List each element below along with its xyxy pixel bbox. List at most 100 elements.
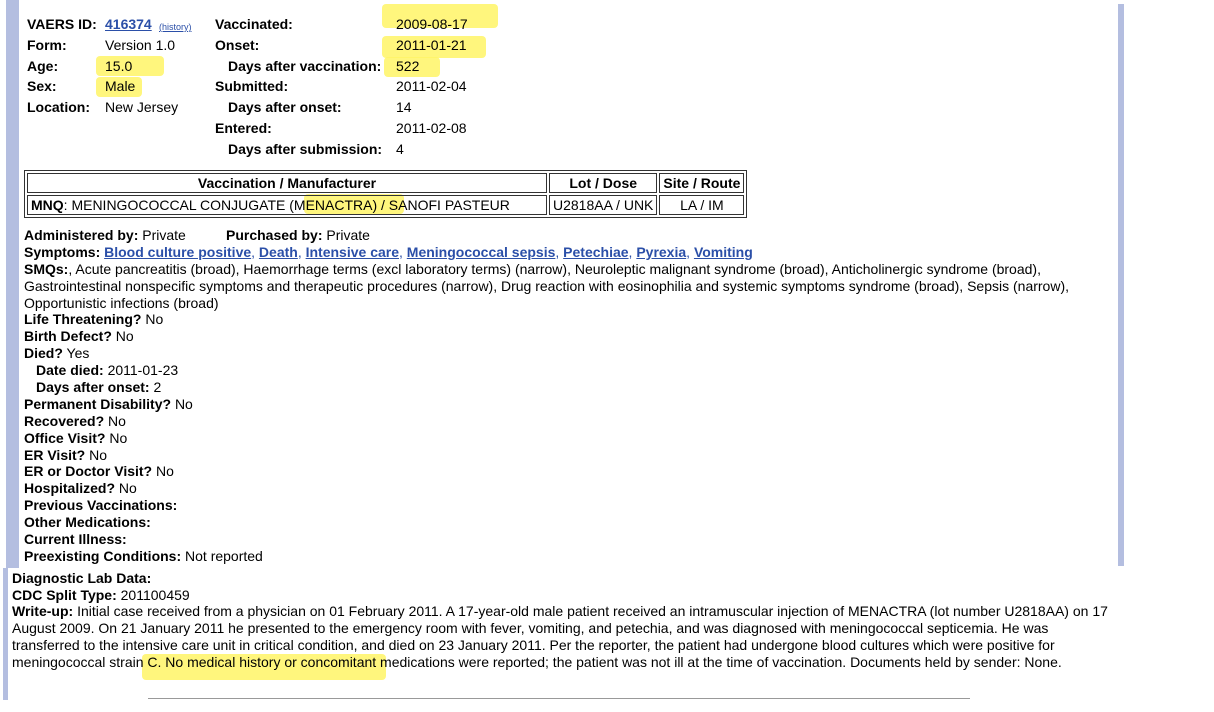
cdc-split-row: CDC Split Type: 201100459 — [12, 587, 190, 604]
hospitalized-value: No — [118, 480, 137, 496]
vaccine-name-suffix: / SANOFI PASTEUR — [377, 197, 510, 213]
diagnostic-lab-data-label: Diagnostic Lab Data: — [12, 570, 152, 586]
er-doctor-visit-row: ER or Doctor Visit? No — [24, 463, 174, 480]
er-doctor-visit-value: No — [155, 463, 174, 479]
days-after-onset-label: Days after onset: — [228, 99, 342, 115]
permanent-disability-row: Permanent Disability? No — [24, 396, 193, 413]
vaers-id-label: VAERS ID: — [27, 16, 97, 32]
current-illness-label: Current Illness: — [24, 531, 127, 547]
hospitalized-label: Hospitalized? — [24, 480, 116, 496]
date-died-value: 2011-01-23 — [107, 362, 179, 378]
symptom-link[interactable]: Intensive care — [306, 244, 399, 260]
days-after-vaccination-value: 522 — [396, 58, 420, 74]
administered-label: Administered by: — [24, 227, 139, 243]
writeup-text: Initial case received from a physician o… — [12, 603, 1108, 653]
hospitalized-row: Hospitalized? No — [24, 480, 137, 497]
office-visit-label: Office Visit? — [24, 430, 106, 446]
writeup-paragraph: Write-up: Initial case received from a p… — [12, 603, 1112, 671]
preexisting-row: Preexisting Conditions: Not reported — [24, 548, 263, 565]
cdc-split-value: 201100459 — [120, 587, 190, 603]
vaccinated-label: Vaccinated: — [215, 16, 293, 32]
birth-defect-row: Birth Defect? No — [24, 328, 134, 345]
entered-label: Entered: — [215, 120, 272, 136]
recovered-row: Recovered? No — [24, 413, 126, 430]
history-link[interactable]: (history) — [159, 19, 192, 36]
site-route-cell: LA / IM — [659, 195, 745, 215]
died-label: Died? — [24, 345, 63, 361]
writeup-label: Write-up: — [12, 603, 74, 619]
days-after-onset-value: 14 — [396, 99, 412, 115]
er-visit-label: ER Visit? — [24, 447, 86, 463]
age-label: Age: — [27, 58, 59, 74]
days-after-vaccination-label: Days after vaccination: — [228, 58, 382, 74]
smqs-label: SMQs: — [24, 261, 69, 277]
symptom-link[interactable]: Meningococcal sepsis — [407, 244, 556, 260]
vaccine-brand: (MENACTRA) — [289, 197, 378, 213]
table-row: MNQ: MENINGOCOCCAL CONJUGATE (MENACTRA) … — [27, 195, 745, 215]
recovered-value: No — [108, 413, 126, 429]
died-value: Yes — [66, 345, 90, 361]
submitted-label: Submitted: — [215, 78, 289, 94]
col-header-vaccination: Vaccination / Manufacturer — [27, 173, 547, 193]
preexisting-value: Not reported — [185, 548, 263, 564]
form-value: Version 1.0 — [105, 37, 176, 53]
location-label: Location: — [27, 99, 90, 115]
symptom-link[interactable]: Petechiae — [563, 244, 628, 260]
vaccinated-value: 2009-08-17 — [396, 16, 468, 32]
permanent-disability-value: No — [174, 396, 193, 412]
died-days-after-onset-label: Days after onset: — [36, 379, 150, 395]
vaccination-table: Vaccination / Manufacturer Lot / Dose Si… — [24, 170, 748, 218]
writeup-text-end: No medical history or concomitant medica… — [161, 654, 1062, 670]
symptom-link[interactable]: Vomiting — [694, 244, 753, 260]
symptom-link[interactable]: Blood culture positive — [104, 244, 251, 260]
date-died-label: Date died: — [36, 362, 104, 378]
date-died-row: Date died: 2011-01-23 — [36, 362, 178, 379]
col-header-site: Site / Route — [659, 173, 745, 193]
form-label: Form: — [27, 37, 67, 53]
days-after-submission-value: 4 — [396, 141, 404, 157]
previous-vaccinations-label: Previous Vaccinations: — [24, 497, 178, 513]
died-days-after-onset-row: Days after onset: 2 — [36, 379, 161, 396]
left-border-bar — [6, 0, 19, 568]
submitted-value: 2011-02-04 — [396, 78, 467, 94]
vaccine-code: MNQ — [31, 197, 64, 213]
er-visit-value: No — [89, 447, 107, 463]
bottom-divider — [148, 698, 970, 699]
smqs-text: , Acute pancreatitis (broad), Haemorrhag… — [24, 261, 1069, 311]
vaccination-table-header: Vaccination / Manufacturer Lot / Dose Si… — [27, 173, 745, 193]
birth-defect-label: Birth Defect? — [24, 328, 112, 344]
office-visit-value: No — [109, 430, 128, 446]
er-visit-row: ER Visit? No — [24, 447, 107, 464]
administered-row: Administered by: Private — [24, 227, 186, 244]
sex-label: Sex: — [27, 78, 57, 94]
left-border-bar-lower — [3, 568, 8, 700]
er-doctor-visit-label: ER or Doctor Visit? — [24, 463, 153, 479]
entered-value: 2011-02-08 — [396, 120, 467, 136]
location-value: New Jersey — [105, 99, 179, 115]
right-border-bar — [1118, 4, 1124, 566]
cdc-split-label: CDC Split Type: — [12, 587, 117, 603]
symptoms-row: Symptoms: Blood culture positive, Death,… — [24, 244, 753, 260]
birth-defect-value: No — [115, 328, 134, 344]
administered-value: Private — [142, 227, 186, 243]
other-medications-label: Other Medications: — [24, 514, 151, 530]
preexisting-label: Preexisting Conditions: — [24, 548, 182, 564]
vaers-id-link[interactable]: 416374 — [105, 16, 152, 33]
vaccine-name-prefix: : MENINGOCOCCAL CONJUGATE — [63, 197, 290, 213]
col-header-lot: Lot / Dose — [549, 173, 658, 193]
died-days-after-onset-value: 2 — [153, 379, 162, 395]
onset-label: Onset: — [215, 37, 260, 53]
sex-value: Male — [105, 78, 136, 94]
smqs-row: SMQs:, Acute pancreatitis (broad), Haemo… — [24, 261, 1116, 312]
lot-dose-cell: U2818AA / UNK — [549, 195, 658, 215]
purchased-label: Purchased by: — [226, 227, 323, 243]
recovered-label: Recovered? — [24, 413, 105, 429]
age-value: 15.0 — [105, 58, 133, 74]
symptom-link[interactable]: Death — [259, 244, 298, 260]
symptom-link[interactable]: Pyrexia — [636, 244, 686, 260]
days-after-submission-label: Days after submission: — [228, 141, 383, 157]
life-threatening-value: No — [145, 311, 164, 327]
purchased-row: Purchased by: Private — [226, 227, 370, 244]
office-visit-row: Office Visit? No — [24, 430, 127, 447]
life-threatening-row: Life Threatening? No — [24, 311, 163, 328]
